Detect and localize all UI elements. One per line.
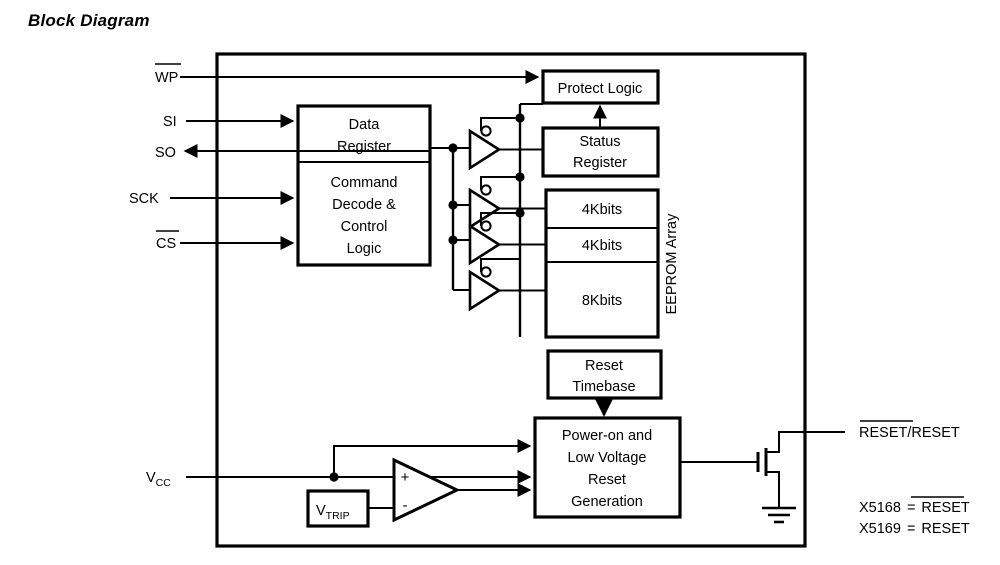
- junction-bus-3: [448, 235, 458, 245]
- junction-vcc: [329, 472, 339, 482]
- junction-enable-1: [515, 113, 525, 123]
- reset-timebase-label-line2: Timebase: [572, 379, 635, 395]
- command-logic-label-line1: Command: [331, 175, 398, 191]
- pin-label-cs: CS: [156, 236, 176, 252]
- power-on-reset-label-line2: Low Voltage: [567, 450, 646, 466]
- eeprom-segment-label-2: 8Kbits: [582, 293, 622, 309]
- eeprom-segment-label-1: 4Kbits: [582, 238, 622, 254]
- comparator-minus-sign: -: [403, 497, 408, 514]
- buffer-3-body: [468, 223, 502, 266]
- block-diagram-page: Block Diagram WP SI SO SCK CS VCC Data R…: [0, 0, 1000, 565]
- mosfet-source: [766, 471, 780, 508]
- vtrip-label: VTRIP: [316, 503, 350, 522]
- command-logic-label-line4: Logic: [347, 241, 382, 257]
- reset-pin-label: RESET/RESET: [859, 425, 960, 441]
- buffer-2-bubble: [480, 184, 492, 196]
- status-register-label-line1: Status: [579, 134, 620, 150]
- buffer-4-bubble: [480, 266, 492, 278]
- junction-enable-3: [515, 208, 525, 218]
- buffer-1-body: [468, 128, 502, 171]
- pin-label-so: SO: [155, 145, 176, 161]
- pin-label-wp: WP: [155, 70, 178, 86]
- block-diagram-svg: WP SI SO SCK CS VCC Data Register Comman…: [129, 52, 970, 548]
- junction-enable-2: [515, 172, 525, 182]
- command-logic-label-line3: Control: [341, 219, 388, 235]
- power-on-reset-label-line3: Reset: [588, 472, 626, 488]
- comparator-plus-sign: +: [401, 469, 410, 486]
- pin-label-si: SI: [163, 114, 177, 130]
- note-x5168: X5168 = RESET: [859, 500, 970, 516]
- eeprom-array-side-label: EEPROM Array: [664, 213, 680, 314]
- protect-logic-label: Protect Logic: [558, 81, 643, 97]
- junction-bus-2: [448, 200, 458, 210]
- reset-timebase-label-line1: Reset: [585, 358, 623, 374]
- buffer-3-bubble: [480, 220, 492, 232]
- vcc-to-por-branch: [333, 439, 532, 477]
- power-on-reset-label-line4: Generation: [571, 494, 643, 510]
- buffer-1-bubble: [480, 125, 492, 137]
- pin-label-sck: SCK: [129, 191, 159, 207]
- power-on-reset-label-line1: Power-on and: [562, 428, 652, 444]
- buffer-4-body: [468, 269, 502, 312]
- note-x5169: X5169 = RESET: [859, 521, 970, 537]
- status-register-label-line2: Register: [573, 155, 627, 171]
- command-logic-label-line2: Decode &: [332, 197, 396, 213]
- data-register-label-line1: Data: [349, 117, 381, 133]
- junction-bus-1: [448, 143, 458, 153]
- pin-label-vcc: VCC: [146, 470, 171, 489]
- chip-outline: [215, 52, 807, 548]
- data-register-label-line2: Register: [337, 139, 391, 155]
- eeprom-segment-label-0: 4Kbits: [582, 202, 622, 218]
